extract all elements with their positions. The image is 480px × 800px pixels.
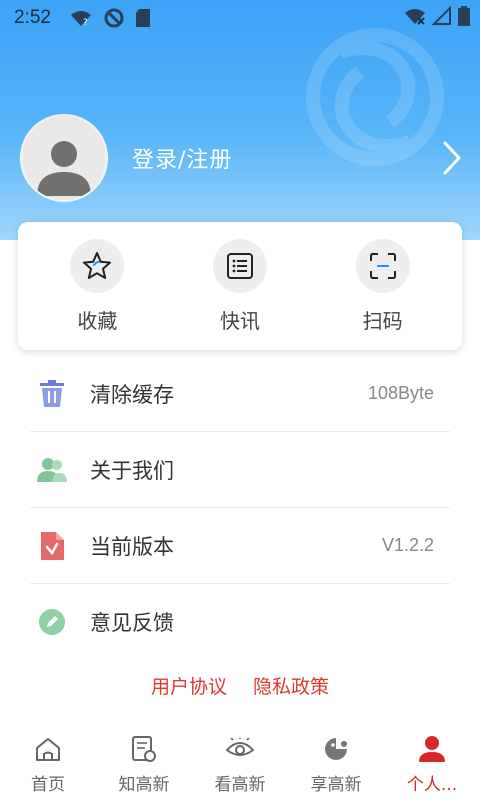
list-icon (212, 238, 267, 293)
version-value: V1.2.2 (381, 535, 434, 555)
default-avatar-icon (37, 141, 91, 196)
status-bar: 2:52 ? (0, 0, 480, 36)
star-icon (70, 238, 125, 293)
signal-icon (432, 6, 451, 25)
scan-icon (355, 238, 410, 293)
tab-watch-label: 看高新 (214, 775, 266, 795)
scan-label: 扫码 (362, 308, 403, 333)
favorites-label: 收藏 (77, 308, 118, 333)
clear-cache-item[interactable]: 清除缓存 108Byte (30, 356, 450, 432)
version-icon (34, 528, 70, 564)
tab-home-label: 首页 (31, 775, 65, 795)
user-agreement-link[interactable]: 用户协议 (151, 672, 227, 699)
wifi-question-icon: ? (70, 11, 91, 27)
clear-cache-label: 清除缓存 (90, 382, 174, 407)
bottom-tab-bar: 首页 知高新 看高新 享高新 个人... (0, 726, 480, 800)
tab-enjoy[interactable]: 享高新 (288, 726, 384, 800)
current-version-item[interactable]: 当前版本 V1.2.2 (30, 508, 450, 584)
legal-links: 用户协议 隐私政策 (0, 672, 480, 699)
tab-personal[interactable]: 个人... (384, 726, 480, 800)
share-icon (321, 734, 351, 764)
feedback-icon (34, 604, 70, 640)
home-icon (33, 734, 63, 764)
tab-know-label: 知高新 (118, 775, 170, 795)
cache-size-value: 108Byte (367, 383, 434, 403)
tab-home[interactable]: 首页 (0, 726, 96, 800)
trash-icon (34, 376, 70, 412)
news-icon (129, 734, 159, 764)
scan-button[interactable]: 扫码 (328, 238, 438, 334)
about-us-item[interactable]: 关于我们 (30, 432, 450, 508)
news-flash-button[interactable]: 快讯 (185, 238, 295, 334)
chevron-right-icon[interactable] (442, 140, 462, 176)
settings-menu: 清除缓存 108Byte 关于我们 当前版本 V1.2.2 意见反馈 (30, 356, 450, 660)
person-icon (417, 734, 447, 764)
tab-know[interactable]: 知高新 (96, 726, 192, 800)
tab-personal-label: 个人... (406, 775, 458, 795)
profile-login-row[interactable]: 登录/注册 (20, 114, 232, 202)
tab-watch[interactable]: 看高新 (192, 726, 288, 800)
login-register-link[interactable]: 登录/注册 (132, 142, 232, 174)
avatar[interactable] (20, 114, 108, 202)
current-version-label: 当前版本 (90, 534, 174, 559)
favorites-button[interactable]: 收藏 (42, 238, 152, 334)
feedback-label: 意见反馈 (90, 611, 174, 635)
battery-icon (458, 6, 470, 26)
quick-actions-card: 收藏 快讯 扫码 (18, 222, 462, 350)
users-icon (34, 452, 70, 488)
feedback-item[interactable]: 意见反馈 (30, 584, 450, 660)
wifi-off-icon (405, 9, 425, 25)
status-time: 2:52 (14, 7, 51, 28)
news-flash-label: 快讯 (219, 308, 260, 333)
sd-card-icon (135, 9, 150, 27)
privacy-policy-link[interactable]: 隐私政策 (253, 672, 329, 699)
eye-icon (225, 734, 255, 764)
about-us-label: 关于我们 (90, 458, 174, 483)
sync-blocked-icon (104, 8, 124, 28)
svg-text:?: ? (83, 18, 88, 27)
tab-enjoy-label: 享高新 (310, 775, 362, 795)
